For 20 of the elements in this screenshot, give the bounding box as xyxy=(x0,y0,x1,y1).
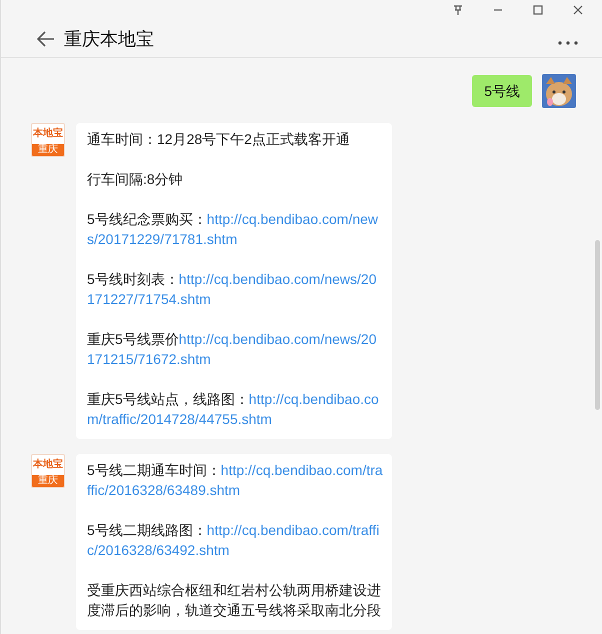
chat-title: 重庆本地宝 xyxy=(64,28,155,50)
message-paragraph: 5号线二期通车时间：http://cq.bendibao.com/traffic/2016328/63489.shtm xyxy=(87,461,384,500)
back-arrow-icon[interactable] xyxy=(37,30,55,46)
message-paragraph: 通车时间：12月28号下午2点正式载客开通 xyxy=(87,130,351,149)
message-paragraph: 受重庆西站综合枢纽和红岩村公轨两用桥建设进度滞后的影响，轨道交通五号线将采取南北分段 xyxy=(87,581,382,620)
message-paragraph: 行车间隔:8分钟 xyxy=(87,170,184,189)
more-icon[interactable] xyxy=(558,40,578,44)
message-paragraph: 5号线纪念票购买：http://cq.bendibao.com/news/20171229/71781.shtm xyxy=(87,210,380,249)
message-paragraph: 重庆5号线票价http://cq.bendibao.com/news/20171215/71672.shtm xyxy=(87,330,378,369)
message-paragraph: 5号线时刻表：http://cq.bendibao.com/news/20171227/71754.shtm xyxy=(87,270,378,309)
logo-avatar[interactable]: 本地宝 重庆 xyxy=(31,123,65,157)
pin-icon[interactable] xyxy=(452,4,464,16)
close-icon[interactable] xyxy=(572,4,584,16)
logo-avatar[interactable]: 本地宝 重庆 xyxy=(31,454,65,488)
message-bubble: 5号线 xyxy=(472,75,532,107)
scrollbar-thumb[interactable] xyxy=(595,240,600,410)
message-paragraph: 重庆5号线站点，线路图：http://cq.bendibao.com/traffic/2014728/44755.shtm xyxy=(87,390,380,429)
message-paragraph: 5号线二期线路图：http://cq.bendibao.com/traffic/2016328/63492.shtm xyxy=(87,521,380,560)
maximize-icon[interactable] xyxy=(532,4,544,16)
user-avatar[interactable] xyxy=(542,74,576,108)
